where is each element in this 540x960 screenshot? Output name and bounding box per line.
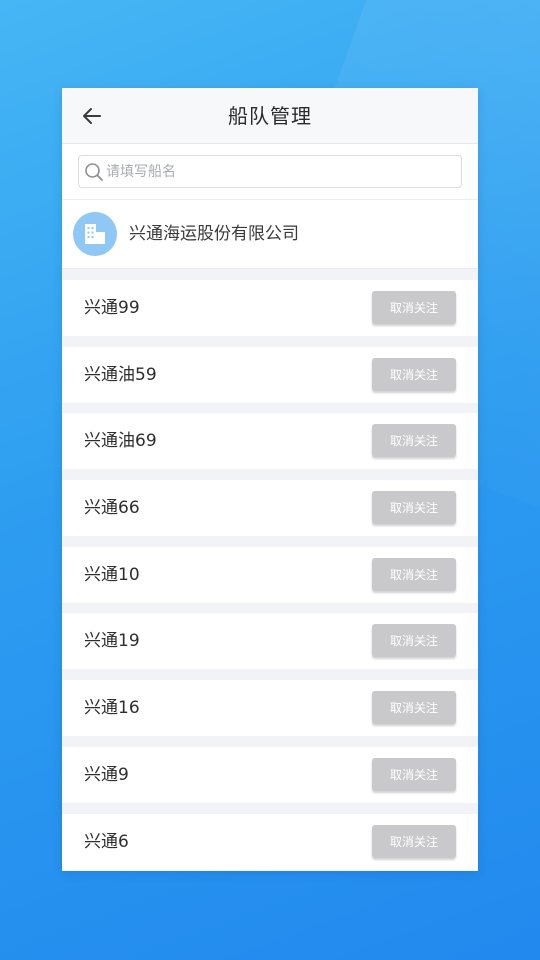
list-item: 兴通66 取消关注: [62, 480, 478, 537]
unfollow-button[interactable]: 取消关注: [372, 291, 456, 324]
list-item: 兴通6 取消关注: [62, 813, 478, 870]
list-item: 兴通油59 取消关注: [62, 346, 478, 403]
list-item: 兴通99 取消关注: [62, 280, 478, 336]
header-bar: 船队管理: [62, 88, 478, 144]
unfollow-button[interactable]: 取消关注: [372, 824, 456, 858]
company-name: 兴通海运股份有限公司: [129, 224, 299, 244]
page-title: 船队管理: [228, 104, 312, 128]
list-item: 兴通19 取消关注: [62, 613, 478, 670]
ship-name: 兴通16: [84, 698, 140, 719]
search-input[interactable]: [106, 156, 426, 187]
search-icon: [84, 162, 104, 182]
unfollow-button[interactable]: 取消关注: [372, 757, 456, 791]
ship-name: 兴通9: [84, 764, 129, 785]
ship-name: 兴通66: [84, 498, 140, 519]
unfollow-button[interactable]: 取消关注: [372, 424, 456, 458]
company-avatar: [73, 212, 117, 256]
building-icon: [85, 224, 105, 244]
ship-list: 兴通99 取消关注 兴通油59 取消关注 兴通油69 取消关注 兴通66 取消关…: [62, 269, 478, 870]
unfollow-button[interactable]: 取消关注: [372, 624, 456, 658]
ship-name: 兴通6: [84, 831, 129, 852]
ship-name: 兴通19: [84, 631, 140, 652]
unfollow-button[interactable]: 取消关注: [372, 691, 456, 725]
company-row[interactable]: 兴通海运股份有限公司: [62, 200, 478, 269]
unfollow-button[interactable]: 取消关注: [372, 491, 456, 525]
fleet-panel: 船队管理 兴通海运股份有限公司: [62, 88, 478, 871]
ship-name: 兴通油59: [84, 364, 157, 385]
ship-name: 兴通99: [84, 298, 140, 318]
list-item: 兴通10 取消关注: [62, 546, 478, 603]
ship-name: 兴通油69: [84, 431, 157, 452]
search-box: [78, 155, 462, 188]
list-item: 兴通16 取消关注: [62, 680, 478, 737]
unfollow-button[interactable]: 取消关注: [372, 557, 456, 591]
search-section: [62, 144, 478, 200]
ship-name: 兴通10: [84, 564, 140, 585]
list-item: 兴通9 取消关注: [62, 746, 478, 803]
list-item: 兴通油69 取消关注: [62, 413, 478, 470]
unfollow-button[interactable]: 取消关注: [372, 357, 456, 391]
